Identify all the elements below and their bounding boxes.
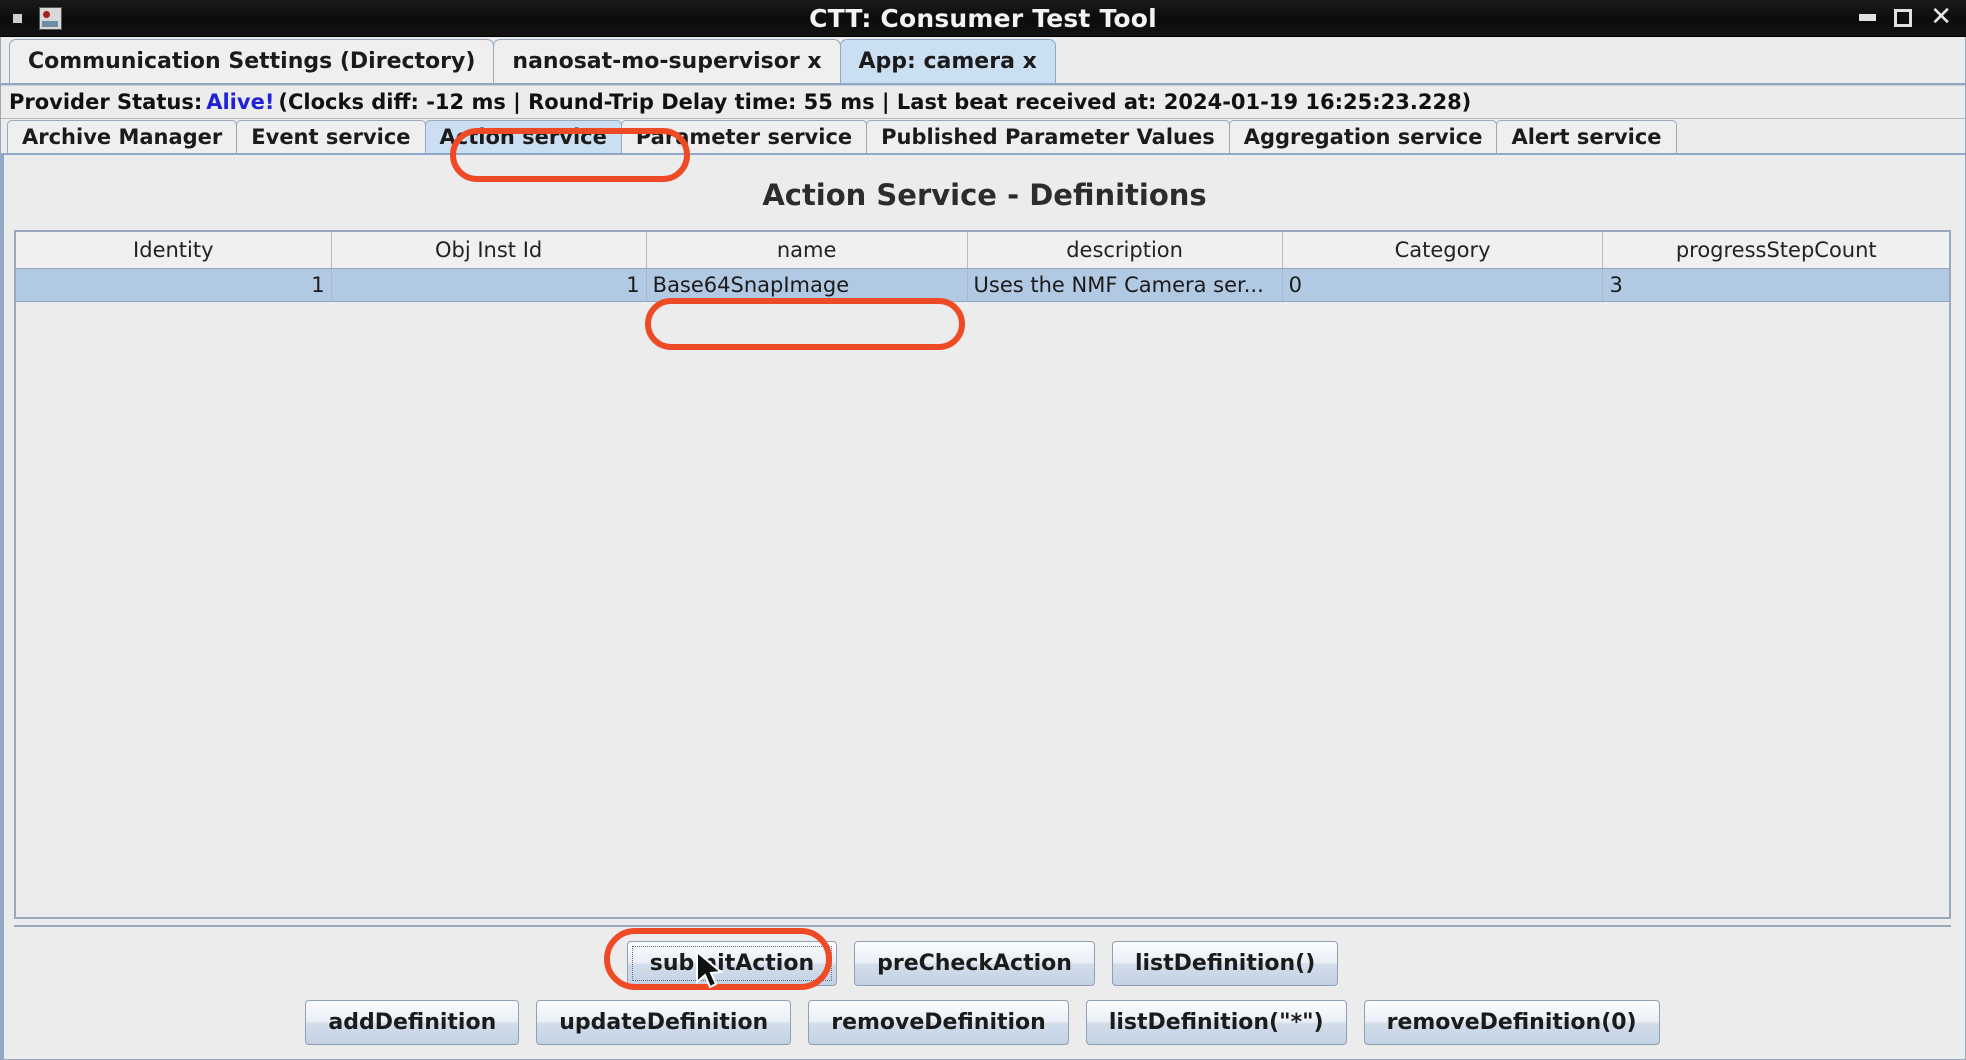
window-controls: ✕	[1859, 4, 1952, 30]
app-icon	[39, 6, 62, 30]
column-header-description[interactable]: description	[967, 232, 1283, 269]
column-header-category[interactable]: Category	[1282, 232, 1604, 269]
page-title: Action Service - Definitions	[762, 178, 1207, 212]
definitions-grid: Identity Obj Inst Id name description Ca…	[16, 232, 1949, 302]
cell-identity[interactable]: 1	[16, 268, 332, 302]
provider-status-prefix: Provider Status:	[9, 90, 203, 114]
application-window: CTT: Consumer Test Tool ✕ Communication …	[0, 0, 1966, 1060]
close-icon[interactable]: ✕	[1930, 4, 1952, 30]
table-row[interactable]: 1 1 Base64SnapImage Uses the NMF Camera …	[16, 268, 1949, 302]
cell-obj-inst-id[interactable]: 1	[331, 268, 647, 302]
main-tab-communication-settings[interactable]: Communication Settings (Directory)	[9, 39, 495, 83]
service-tab-parameter-service[interactable]: Parameter service	[620, 120, 868, 153]
column-header-identity[interactable]: Identity	[16, 232, 332, 269]
action-button-row-secondary: addDefinition updateDefinition removeDef…	[14, 1000, 1951, 1045]
cell-progress-step-count[interactable]: 3	[1602, 268, 1949, 302]
definitions-table: Identity Obj Inst Id name description Ca…	[14, 230, 1951, 919]
service-tab-action-service[interactable]: Action service	[424, 120, 622, 153]
column-header-obj-inst-id[interactable]: Obj Inst Id	[331, 232, 647, 269]
service-content-panel: Action Service - Definitions Identity Ob…	[1, 155, 1965, 1059]
service-tab-bar: Archive Manager Event service Action ser…	[1, 119, 1965, 155]
cell-description[interactable]: Uses the NMF Camera ser...	[967, 268, 1283, 302]
main-tab-nanosat-mo-supervisor[interactable]: nanosat-mo-supervisor x	[493, 39, 841, 83]
service-tab-event-service[interactable]: Event service	[236, 120, 426, 153]
action-button-row-primary: submitAction preCheckAction listDefiniti…	[14, 941, 1951, 986]
update-definition-button[interactable]: updateDefinition	[536, 1000, 792, 1045]
window-title: CTT: Consumer Test Tool	[809, 3, 1157, 33]
provider-status-details: (Clocks diff: -12 ms | Round-Trip Delay …	[278, 90, 1472, 114]
app-body: Communication Settings (Directory) nanos…	[0, 37, 1966, 1060]
cell-category[interactable]: 0	[1282, 268, 1604, 302]
remove-definition-zero-button[interactable]: removeDefinition(0)	[1363, 1000, 1660, 1045]
column-header-progress-step-count[interactable]: progressStepCount	[1602, 232, 1949, 269]
main-tab-app-camera[interactable]: App: camera x	[839, 39, 1056, 83]
window-menu-dot-icon[interactable]	[13, 13, 22, 23]
title-bar: CTT: Consumer Test Tool ✕	[0, 0, 1966, 37]
table-header-row: Identity Obj Inst Id name description Ca…	[16, 232, 1949, 269]
service-tab-published-parameter-values[interactable]: Published Parameter Values	[866, 120, 1230, 153]
service-tab-aggregation-service[interactable]: Aggregation service	[1228, 120, 1498, 153]
list-definition-star-button[interactable]: listDefinition("*")	[1085, 1000, 1347, 1045]
maximize-icon[interactable]	[1894, 9, 1913, 27]
cell-name[interactable]: Base64SnapImage	[646, 268, 968, 302]
service-tab-archive-manager[interactable]: Archive Manager	[7, 120, 238, 153]
column-header-name[interactable]: name	[646, 232, 968, 269]
service-tab-alert-service[interactable]: Alert service	[1496, 120, 1677, 153]
provider-status-state: Alive!	[206, 90, 275, 114]
remove-definition-button[interactable]: removeDefinition	[808, 1000, 1069, 1045]
add-definition-button[interactable]: addDefinition	[305, 1000, 520, 1045]
main-tab-bar: Communication Settings (Directory) nanos…	[1, 37, 1965, 85]
submit-action-button[interactable]: submitAction	[626, 941, 838, 986]
action-button-panel: submitAction preCheckAction listDefiniti…	[14, 925, 1951, 1059]
minimize-icon[interactable]	[1859, 14, 1877, 21]
list-definition-button[interactable]: listDefinition()	[1111, 941, 1339, 986]
table-empty-area	[16, 301, 1949, 917]
provider-status-bar: Provider Status: Alive! (Clocks diff: -1…	[1, 85, 1965, 119]
pre-check-action-button[interactable]: preCheckAction	[854, 941, 1095, 986]
